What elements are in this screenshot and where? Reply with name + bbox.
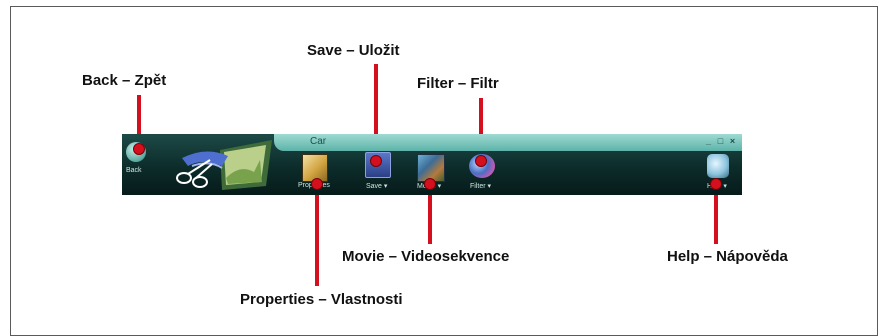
app-logo xyxy=(176,140,272,190)
callout-save: Save – Uložit xyxy=(307,42,400,59)
help-icon[interactable] xyxy=(707,154,729,178)
save-label: Save ▾ xyxy=(366,183,388,190)
marker-properties xyxy=(311,178,323,190)
callout-filter: Filter – Filtr xyxy=(417,75,499,92)
callout-back: Back – Zpět xyxy=(82,72,167,89)
callout-movie: Movie – Videosekvence xyxy=(342,248,510,265)
marker-filter xyxy=(475,155,487,167)
title-bar: Car _ □ × xyxy=(274,134,742,151)
callout-properties: Properties – Vlastnosti xyxy=(240,291,403,308)
marker-back xyxy=(133,143,145,155)
minimize-button[interactable]: _ xyxy=(704,137,713,146)
maximize-button[interactable]: □ xyxy=(716,137,725,146)
back-label: Back xyxy=(126,167,142,174)
filter-label: Filter ▾ xyxy=(470,183,492,190)
marker-help xyxy=(710,178,722,190)
leader-properties xyxy=(315,186,319,286)
callout-help: Help – Nápověda xyxy=(667,248,788,265)
window-title: Car xyxy=(310,136,327,147)
marker-movie xyxy=(424,178,436,190)
marker-save xyxy=(370,155,382,167)
close-button[interactable]: × xyxy=(728,137,737,146)
